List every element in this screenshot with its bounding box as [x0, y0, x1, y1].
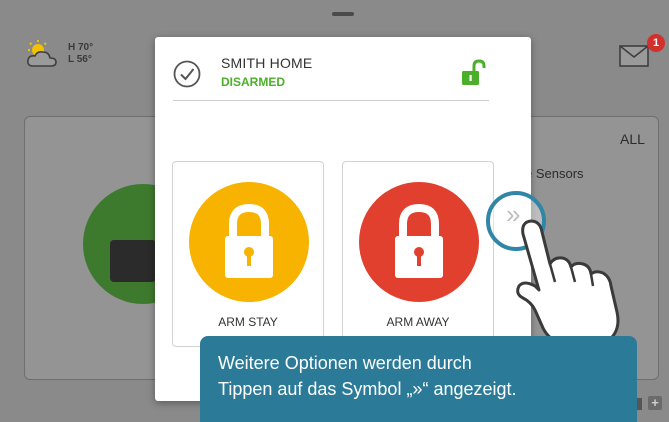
tooltip-line-2: Tippen auf das Symbol „»“ angezeigt. — [218, 379, 517, 399]
arm-away-button[interactable]: ARM AWAY — [342, 161, 494, 347]
instruction-tooltip: Weitere Optionen werden durch Tippen auf… — [200, 336, 637, 422]
temp-high: H 70° — [68, 42, 94, 53]
lock-icon — [395, 203, 443, 278]
background-lock-icon — [110, 240, 156, 282]
home-name: SMITH HOME — [221, 55, 313, 71]
unlocked-icon — [462, 59, 486, 85]
arm-away-circle — [359, 182, 479, 302]
pull-down-handle[interactable] — [332, 12, 354, 16]
arm-stay-label: ARM STAY — [218, 315, 278, 329]
check-circle-icon — [173, 60, 201, 88]
add-icon: + — [648, 396, 662, 410]
temp-low: L 56° — [68, 54, 92, 65]
tooltip-line-1: Weitere Optionen werden durch — [218, 353, 472, 373]
modal-header: SMITH HOME DISARMED — [173, 51, 489, 101]
message-count-badge: 1 — [647, 34, 665, 52]
filter-all-label: ALL — [620, 131, 645, 147]
arm-away-label: ARM AWAY — [386, 315, 450, 329]
lock-icon — [225, 203, 273, 278]
weather-widget[interactable]: H 70° L 56° — [26, 40, 93, 68]
arm-stay-button[interactable]: ARM STAY — [172, 161, 324, 347]
pointing-hand-icon — [516, 219, 620, 347]
sensors-label: e Sensors — [525, 166, 584, 181]
arming-status: DISARMED — [221, 75, 286, 89]
partly-cloudy-icon — [27, 40, 57, 67]
mail-icon[interactable] — [619, 44, 649, 68]
arm-stay-circle — [189, 182, 309, 302]
